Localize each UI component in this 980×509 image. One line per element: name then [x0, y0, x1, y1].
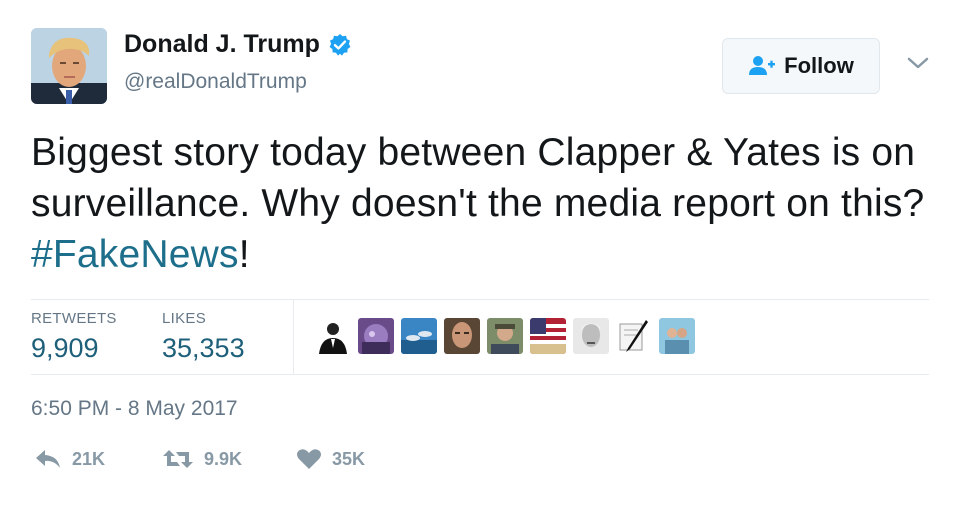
liker-avatar[interactable] — [315, 318, 351, 354]
hashtag-link[interactable]: #FakeNews — [31, 233, 239, 276]
likes-value: 35,353 — [162, 333, 245, 363]
likers-avatar-list — [315, 318, 695, 354]
author-handle[interactable]: @realDonaldTrump — [124, 70, 307, 94]
tweet-text-body: Biggest story today between Clapper & Ya… — [31, 131, 925, 225]
chevron-down-icon[interactable] — [905, 54, 931, 72]
liker-avatar[interactable] — [573, 318, 609, 354]
liker-avatar[interactable] — [616, 318, 652, 354]
author-avatar[interactable] — [31, 28, 107, 104]
tweet-text-end: ! — [238, 233, 250, 276]
follow-button[interactable]: Follow — [722, 38, 880, 94]
likes-label: LIKES — [162, 310, 207, 327]
author-name-row[interactable]: Donald J. Trump — [124, 30, 352, 59]
liker-avatar[interactable] — [659, 318, 695, 354]
retweets-label: RETWEETS — [31, 310, 117, 327]
liker-avatar[interactable] — [358, 318, 394, 354]
author-name[interactable]: Donald J. Trump — [124, 30, 320, 59]
retweet-count: 9.9K — [204, 448, 243, 469]
tweet-text: Biggest story today between Clapper & Ya… — [31, 127, 941, 280]
liker-avatar[interactable] — [401, 318, 437, 354]
retweet-button[interactable]: 9.9K — [162, 448, 242, 470]
verified-badge-icon — [328, 33, 352, 57]
reply-button[interactable]: 21K — [34, 448, 105, 470]
retweets-stat[interactable]: RETWEETS 9,909 — [31, 310, 117, 364]
tweet-timestamp[interactable]: 6:50 PM - 8 May 2017 — [31, 397, 238, 421]
liker-avatar[interactable] — [530, 318, 566, 354]
stats-separator — [293, 300, 294, 374]
like-button[interactable]: 35K — [296, 448, 365, 470]
like-count: 35K — [332, 448, 366, 469]
follow-user-icon — [748, 55, 776, 77]
divider-bottom — [31, 374, 929, 375]
liker-avatar[interactable] — [444, 318, 480, 354]
liker-avatar[interactable] — [487, 318, 523, 354]
likes-stat[interactable]: LIKES 35,353 — [162, 310, 245, 364]
reply-count: 21K — [72, 448, 106, 469]
heart-icon — [296, 448, 322, 470]
follow-button-label: Follow — [784, 53, 854, 78]
reply-icon — [34, 448, 62, 470]
divider-top — [31, 299, 929, 300]
retweet-icon — [162, 448, 194, 470]
retweets-value: 9,909 — [31, 333, 99, 363]
